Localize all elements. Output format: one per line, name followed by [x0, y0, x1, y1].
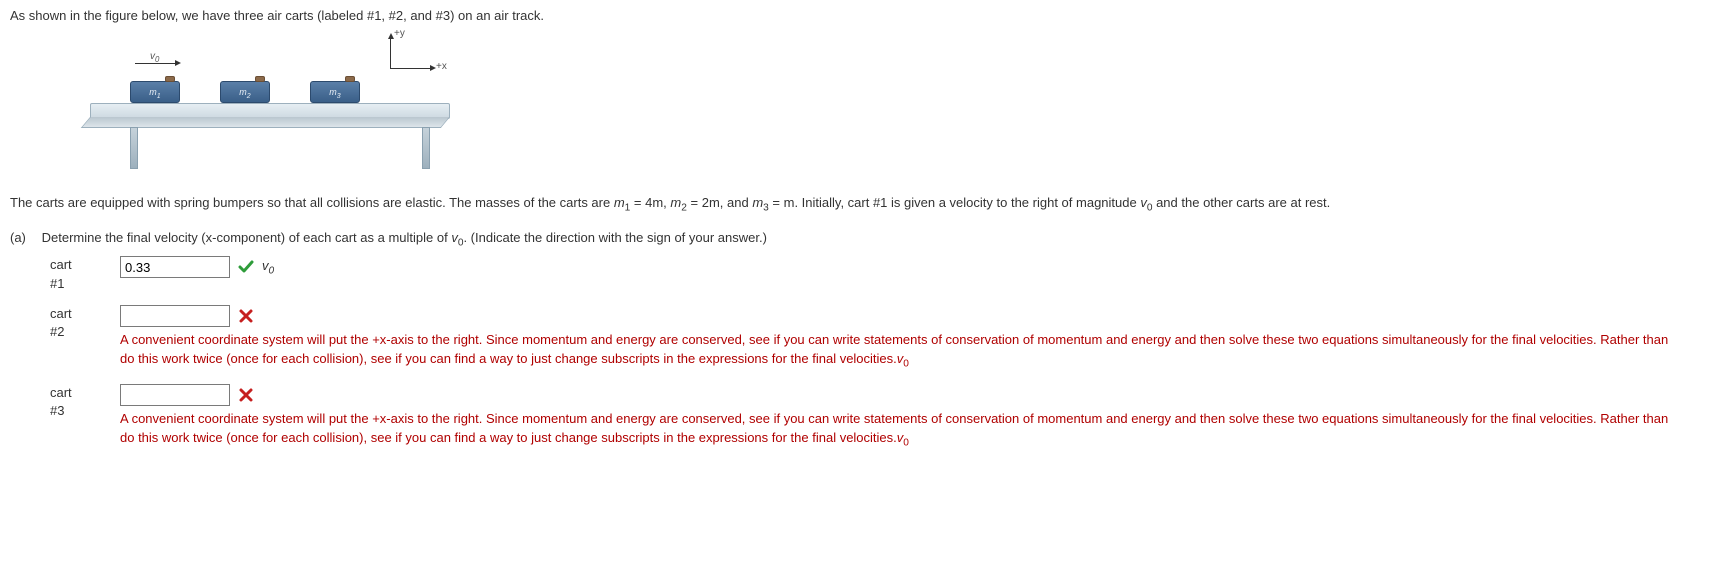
- x-icon: [238, 308, 254, 324]
- part-a: (a) Determine the final velocity (x-comp…: [10, 230, 1708, 451]
- figure-air-track: v0 +y +x m1 m2 m3: [90, 33, 470, 173]
- cart-3-feedback: A convenient coordinate system will put …: [120, 410, 1680, 451]
- part-a-label: (a): [10, 230, 38, 245]
- axis-y-label: +y: [394, 28, 405, 39]
- problem-description: The carts are equipped with spring bumpe…: [10, 193, 1708, 216]
- cart-2-label: cart#2: [50, 305, 120, 341]
- figure-leg-right: [422, 127, 430, 169]
- part-a-prompt: Determine the final velocity (x-componen…: [42, 230, 767, 245]
- coordinate-axes-icon: +y +x: [380, 33, 450, 83]
- cart-2-feedback: A convenient coordinate system will put …: [120, 331, 1680, 372]
- x-icon: [238, 387, 254, 403]
- figure-cart-3: m3: [310, 81, 360, 103]
- answer-row-cart-1: cart#1 v0: [50, 256, 1708, 292]
- cart-3-input[interactable]: [120, 384, 230, 406]
- cart-1-input[interactable]: [120, 256, 230, 278]
- check-icon: [238, 259, 254, 275]
- answer-row-cart-2: cart#2 A convenient coordinate system wi…: [50, 305, 1708, 372]
- figure-leg-left: [130, 127, 138, 169]
- cart-1-unit: v0: [262, 258, 274, 277]
- problem-intro: As shown in the figure below, we have th…: [10, 8, 1708, 23]
- velocity-label: v0: [150, 51, 159, 64]
- cart-2-input[interactable]: [120, 305, 230, 327]
- cart-3-label: cart#3: [50, 384, 120, 420]
- cart-1-label: cart#1: [50, 256, 120, 292]
- answer-row-cart-3: cart#3 A convenient coordinate system wi…: [50, 384, 1708, 451]
- figure-cart-2: m2: [220, 81, 270, 103]
- figure-cart-1: m1: [130, 81, 180, 103]
- axis-x-label: +x: [436, 61, 447, 72]
